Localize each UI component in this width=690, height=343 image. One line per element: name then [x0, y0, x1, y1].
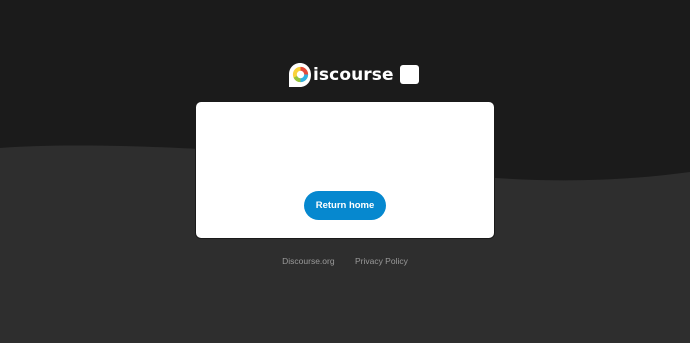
footer-link-discourse-org[interactable]: Discourse.org	[282, 256, 334, 266]
footer: Discourse.org Privacy Policy	[0, 256, 690, 266]
logo-text: iscourse	[313, 64, 394, 85]
return-home-button[interactable]: Return home	[304, 191, 386, 220]
discourse-logo[interactable]: iscourse	[288, 61, 419, 88]
discourse-logo-icon	[289, 62, 311, 87]
error-card: Return home	[196, 102, 494, 238]
footer-link-privacy-policy[interactable]: Privacy Policy	[355, 256, 408, 266]
logo-square	[399, 65, 419, 84]
